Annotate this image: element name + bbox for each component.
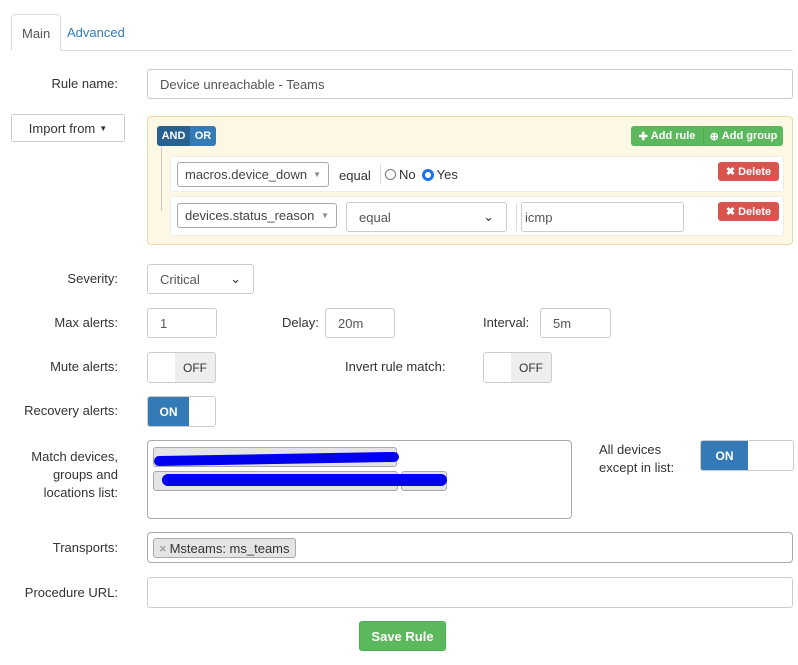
tab-advanced[interactable]: Advanced — [57, 14, 135, 51]
field-select[interactable]: devices.status_reason ▼ — [177, 203, 337, 228]
divider — [380, 164, 381, 184]
invert-rule-toggle[interactable]: OFF — [483, 352, 552, 383]
tree-line — [161, 143, 162, 211]
interval-label: Interval: — [483, 315, 530, 330]
import-from-button[interactable]: Import from ▼ — [11, 114, 125, 142]
operator-value: equal — [359, 209, 391, 225]
severity-value: Critical — [160, 271, 200, 287]
radio-yes[interactable] — [421, 168, 434, 181]
recovery-alerts-toggle[interactable]: ON — [147, 396, 216, 427]
rule-name-input[interactable]: Device unreachable - Teams — [147, 69, 793, 99]
transports-select[interactable]: × Msteams: ms_teams — [147, 532, 793, 563]
field-value: devices.status_reason — [185, 208, 315, 223]
query-builder: AND OR ✚ Add rule ⊕ Add group macros.devic… — [147, 116, 793, 245]
close-icon: ✖ — [725, 206, 736, 218]
procedure-url-label: Procedure URL: — [24, 585, 118, 600]
radio-no-label: No — [399, 167, 416, 182]
caret-down-icon: ▼ — [321, 211, 329, 220]
operator-text: equal — [339, 168, 371, 183]
and-button[interactable]: AND — [157, 126, 190, 146]
operator-select[interactable]: equal ⌄ — [346, 202, 507, 232]
mute-alerts-toggle[interactable]: OFF — [147, 352, 216, 383]
delete-rule-button[interactable]: ✖ Delete — [718, 162, 779, 181]
delete-label: Delete — [738, 205, 772, 218]
add-group-button[interactable]: ⊕ Add group — [703, 126, 783, 146]
tag-label: Msteams: ms_teams — [169, 540, 290, 556]
caret-down-icon: ▼ — [99, 123, 108, 133]
plus-circle-icon: ⊕ — [709, 130, 719, 143]
max-alerts-label: Max alerts: — [54, 315, 118, 330]
label-line: Match devices, — [31, 449, 118, 464]
radio-no[interactable] — [385, 169, 396, 180]
label-line: except in list: — [599, 460, 675, 475]
chevron-down-icon: ⌄ — [483, 209, 494, 224]
all-devices-toggle[interactable]: ON — [700, 440, 794, 471]
all-devices-label: All devices except in list: — [599, 441, 674, 477]
label-line: groups and — [52, 467, 118, 482]
transports-label: Transports: — [52, 540, 118, 555]
delete-rule-button[interactable]: ✖ Delete — [718, 202, 779, 221]
tab-bar: Main Advanced — [11, 14, 793, 51]
delay-label: Delay: — [282, 315, 319, 330]
save-rule-button[interactable]: Save Rule — [359, 621, 446, 651]
caret-down-icon: ▼ — [313, 170, 321, 179]
radio-yes-label: Yes — [436, 167, 458, 182]
match-devices-select[interactable] — [147, 440, 572, 519]
toggle-state: OFF — [511, 353, 551, 382]
match-devices-label: Match devices, groups and locations list… — [8, 448, 118, 502]
field-select[interactable]: macros.device_down ▼ — [177, 162, 329, 187]
field-value: macros.device_down — [185, 167, 308, 182]
import-from-label: Import from — [28, 120, 96, 136]
recovery-alerts-label: Recovery alerts: — [24, 403, 118, 418]
interval-input[interactable]: 5m — [540, 308, 611, 338]
label-line: All devices — [599, 442, 662, 457]
transport-tag: × Msteams: ms_teams — [153, 538, 296, 558]
invert-rule-label: Invert rule match: — [345, 359, 446, 374]
rule-row: devices.status_reason ▼ equal ⌄ icmp ✖ Dele… — [170, 196, 784, 236]
procedure-url-input[interactable] — [147, 577, 793, 608]
tab-main[interactable]: Main — [11, 14, 62, 51]
redaction-mark — [162, 474, 447, 486]
rule-row: macros.device_down ▼ equal No Yes ✖ Delete — [170, 156, 784, 192]
delete-label: Delete — [738, 165, 772, 178]
toggle-state: OFF — [175, 353, 215, 382]
plus-icon: ✚ — [638, 130, 648, 143]
toggle-state: ON — [148, 397, 189, 426]
delay-input[interactable]: 20m — [325, 308, 395, 338]
add-rule-label: Add rule — [650, 130, 696, 142]
divider — [516, 203, 517, 231]
max-alerts-input[interactable]: 1 — [147, 308, 217, 338]
chevron-down-icon: ⌄ — [230, 271, 241, 286]
toggle-state: ON — [701, 441, 748, 470]
rule-name-label: Rule name: — [51, 76, 118, 91]
value-input[interactable]: icmp — [521, 202, 684, 232]
mute-alerts-label: Mute alerts: — [50, 359, 118, 374]
or-button[interactable]: OR — [190, 126, 216, 146]
severity-select[interactable]: Critical ⌄ — [147, 264, 254, 294]
add-group-label: Add group — [721, 130, 778, 142]
close-icon: ✖ — [725, 166, 736, 178]
severity-label: Severity: — [67, 271, 118, 286]
remove-tag-icon[interactable]: × — [159, 541, 167, 556]
add-rule-button[interactable]: ✚ Add rule — [631, 126, 703, 146]
label-line: locations list: — [43, 485, 118, 500]
